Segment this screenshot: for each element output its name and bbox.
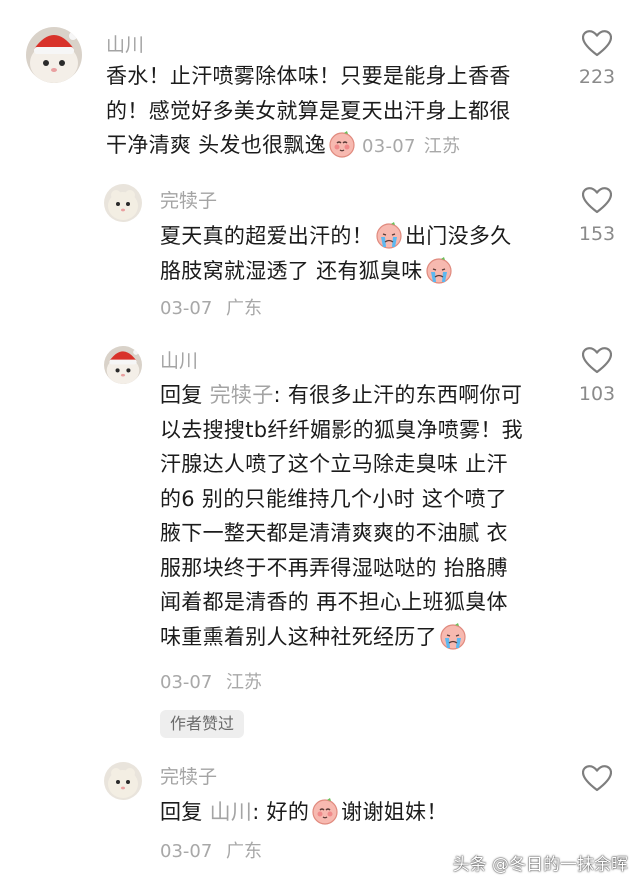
reply-prefix: 回复 bbox=[160, 800, 203, 824]
comment-username[interactable]: 完犊子 bbox=[160, 764, 217, 790]
author-liked-badge: 作者赞过 bbox=[160, 710, 245, 738]
like-control[interactable]: 103 bbox=[573, 347, 621, 404]
comment-text-line: 干净清爽 头发也很飘逸 bbox=[106, 133, 326, 157]
comment-text: 香水！止汗喷雾除体味！只要是能身上香香 的！感觉好多美女就算是夏天出汗身上都很 … bbox=[106, 59, 511, 163]
reply-prefix: 回复 bbox=[160, 383, 203, 407]
comment-text-line: 出门没多久 bbox=[405, 224, 512, 248]
avatar-hamster-santa[interactable] bbox=[104, 346, 142, 384]
heart-icon[interactable] bbox=[573, 765, 621, 792]
comment-text-line: 闻着都是清香的 再不担心上班狐臭体 bbox=[160, 590, 508, 614]
blush-face-emoji-icon bbox=[328, 130, 356, 158]
comment-date: 03-07 bbox=[160, 841, 213, 862]
comment-location: 江苏 bbox=[423, 136, 461, 157]
avatar-hamster-santa-icon bbox=[26, 27, 82, 83]
comment-date: 03-07 bbox=[160, 672, 213, 693]
reply-target-link[interactable]: 完犊子 bbox=[210, 383, 274, 407]
comment-text-line: 味重熏着别人这种社死经历了 bbox=[160, 624, 437, 649]
crying-face-emoji-icon bbox=[425, 256, 453, 284]
like-control[interactable] bbox=[573, 765, 621, 792]
comment-meta: 03-07 广东 bbox=[160, 297, 262, 321]
heart-icon[interactable] bbox=[573, 30, 621, 57]
comment-text: 回复 山川: 好的 谢谢姐妹！ bbox=[160, 795, 448, 830]
crying-face-emoji-icon bbox=[439, 622, 467, 650]
comment-date: 03-07 bbox=[361, 136, 416, 157]
comment-username[interactable]: 完犊子 bbox=[160, 188, 217, 214]
comment-text-line: 的！感觉好多美女就算是夏天出汗身上都很 bbox=[106, 98, 511, 123]
comment-text-line: 谢谢姐妹！ bbox=[341, 800, 448, 824]
avatar-hamster-icon bbox=[104, 762, 142, 800]
like-control[interactable]: 153 bbox=[573, 187, 621, 244]
comment-text-line: 香水！止汗喷雾除体味！只要是能身上香香 bbox=[106, 64, 511, 88]
avatar-hamster-santa-icon bbox=[104, 346, 142, 384]
comment-text-line: 腋下一整天都是清清爽爽的不油腻 衣 bbox=[160, 521, 508, 545]
like-count: 153 bbox=[578, 223, 616, 245]
comment-date: 03-07 bbox=[160, 298, 213, 319]
comment-text-line: 夏天真的超爱出汗的！ bbox=[160, 224, 373, 248]
comment-text-line: 的6 别的只能维持几个小时 这个喷了 bbox=[160, 486, 508, 511]
comment-location: 广东 bbox=[226, 841, 263, 862]
comment-text-line: : 有很多止汗的东西啊你可 bbox=[273, 383, 523, 407]
blush-face-emoji-icon bbox=[311, 797, 339, 825]
avatar-hamster[interactable] bbox=[104, 762, 142, 800]
avatar-hamster[interactable] bbox=[104, 184, 142, 222]
comment-text-line: : 好的 bbox=[252, 800, 310, 824]
avatar-hamster-santa[interactable] bbox=[26, 27, 82, 83]
comment-meta: 03-07 广东 bbox=[160, 840, 262, 864]
comment-location: 江苏 bbox=[226, 672, 263, 693]
comment-text-line: 以去搜搜tb纤纤媚影的狐臭净喷雾！我 bbox=[160, 417, 523, 442]
comment-text: 回复 完犊子: 有很多止汗的东西啊你可 以去搜搜tb纤纤媚影的狐臭净喷雾！我 汗… bbox=[160, 378, 523, 654]
avatar-hamster-icon bbox=[104, 184, 142, 222]
crying-face-emoji-icon bbox=[375, 221, 403, 249]
comment-text: 夏天真的超爱出汗的！ 出门没多久 胳肢窝就湿透了 还有狐臭味 bbox=[160, 219, 512, 288]
heart-icon[interactable] bbox=[573, 347, 621, 374]
watermark: 头条 @冬日的一抹余晖 bbox=[452, 855, 628, 875]
comment-username[interactable]: 山川 bbox=[106, 32, 144, 58]
comment-text-line: 服那块终于不再弄得湿哒哒的 抬胳膊 bbox=[160, 555, 508, 580]
reply-target-link[interactable]: 山川 bbox=[210, 800, 253, 824]
comment-location: 广东 bbox=[226, 298, 263, 319]
like-control[interactable]: 223 bbox=[573, 30, 621, 87]
comment-text-line: 胳肢窝就湿透了 还有狐臭味 bbox=[160, 258, 423, 283]
like-count: 223 bbox=[578, 66, 616, 88]
like-count: 103 bbox=[578, 383, 616, 405]
comment-meta: 03-07 江苏 bbox=[160, 671, 262, 695]
comment-username[interactable]: 山川 bbox=[160, 348, 198, 374]
heart-icon[interactable] bbox=[573, 187, 621, 214]
comment-text-line: 汗腺达人喷了这个立马除走臭味 止汗 bbox=[160, 452, 508, 476]
